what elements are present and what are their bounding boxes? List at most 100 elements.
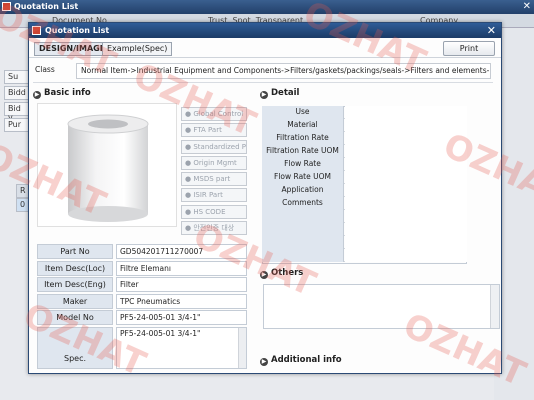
detail-row: Comments [262, 197, 467, 210]
detail-value [345, 158, 467, 171]
tab-example-spec[interactable]: Example(Spec) [102, 42, 173, 56]
info-value: GD504201711270007 [116, 244, 247, 259]
detail-row [262, 223, 467, 236]
additional-info-header: ▶ Additional info [260, 355, 342, 366]
basic-info-header: ▶ Basic info [33, 88, 91, 99]
detail-row: Flow Rate UOM [262, 171, 467, 184]
additional-info-title: Additional info [271, 355, 342, 365]
detail-table: Use Material Filtration Rate Filtration … [262, 106, 467, 262]
spec-textarea[interactable]: PF5-24-005-01 3/4-1" [116, 327, 247, 369]
detail-label: Filtration Rate [262, 132, 344, 145]
spec-label: Spec. [37, 327, 113, 369]
background-titlebar: Quotation List ✕ [0, 0, 534, 14]
detail-title: Detail [271, 88, 300, 98]
detail-value [345, 106, 467, 119]
app-icon [2, 2, 11, 11]
info-value: PF5-24-005-01 3/4-1" [116, 310, 247, 325]
detail-row [262, 210, 467, 223]
detail-value [345, 249, 467, 262]
others-title: Others [271, 268, 304, 278]
side-button-list: ● Global Control L ● FTA Part ● Standard… [181, 107, 247, 237]
bg-label-pur: Pur [4, 118, 30, 132]
msds-part-button[interactable]: ● MSDS part [181, 172, 247, 187]
detail-value [345, 210, 467, 223]
hs-code-button[interactable]: ● HS CODE [181, 204, 247, 219]
origin-mgmt-button[interactable]: ● Origin Mgmt [181, 155, 247, 170]
info-row-maker: Maker TPC Pneumatics [35, 293, 247, 310]
chevron-right-icon: ▶ [260, 358, 268, 366]
detail-label: Material [262, 119, 344, 132]
class-row: Class Normal Item->Industrial Equipment … [31, 63, 491, 79]
info-value: TPC Pneumatics [116, 293, 247, 309]
detail-value [345, 236, 467, 249]
info-row-part-no: Part No GD504201711270007 [35, 244, 247, 260]
dialog-titlebar: Quotation List ✕ [29, 23, 501, 38]
detail-header: ▶ Detail [260, 88, 299, 99]
dialog-title: Quotation List [45, 26, 110, 35]
dialog-app-icon [32, 26, 41, 35]
info-row-model-no: Model No PF5-24-005-01 3/4-1" [35, 310, 247, 326]
bg-label-su: Su [4, 70, 30, 84]
detail-label [262, 236, 344, 249]
info-value: Filter [116, 277, 247, 292]
background-close-icon[interactable]: ✕ [523, 0, 531, 14]
detail-row [262, 236, 467, 249]
detail-label: Comments [262, 197, 344, 210]
detail-row: Filtration Rate UOM [262, 145, 467, 158]
detail-label: Flow Rate [262, 158, 344, 171]
info-row-desc-loc: Item Desc(Loc) Filtre Elemanı [35, 260, 247, 277]
spec-value: PF5-24-005-01 3/4-1" [120, 329, 201, 338]
info-label: Item Desc(Loc) [37, 260, 113, 276]
info-label: Part No [37, 244, 113, 259]
detail-label [262, 223, 344, 236]
basic-info-table: Part No GD504201711270007 Item Desc(Loc)… [35, 244, 247, 327]
standardized-button[interactable]: ● Standardized P [181, 139, 247, 154]
print-button[interactable]: Print [443, 41, 495, 56]
detail-value [345, 184, 467, 197]
detail-row [262, 249, 467, 262]
global-control-button[interactable]: ● Global Control L [181, 107, 247, 121]
detail-label: Flow Rate UOM [262, 171, 344, 184]
detail-value [345, 145, 467, 158]
bg-label-bidd: Bidd [4, 86, 30, 100]
detail-label: Use [262, 106, 344, 119]
detail-value [345, 223, 467, 236]
chevron-right-icon: ▶ [33, 91, 41, 99]
divider [33, 82, 493, 83]
info-label: Item Desc(Eng) [37, 277, 113, 292]
class-label: Class [35, 65, 55, 74]
detail-value [345, 197, 467, 210]
info-row-desc-eng: Item Desc(Eng) Filter [35, 277, 247, 293]
tab-design-image[interactable]: DESIGN/IMAGE [34, 42, 111, 56]
detail-row: Filtration Rate [262, 132, 467, 145]
others-header: ▶ Others [260, 268, 303, 279]
filter-cartridge-image [67, 114, 149, 222]
class-value: Normal Item->Industrial Equipment and Co… [76, 63, 491, 79]
spec-scrollbar[interactable] [238, 328, 246, 368]
others-scrollbar[interactable] [490, 285, 499, 328]
detail-row: Application [262, 184, 467, 197]
bg-label-bidv: Bid v [4, 102, 30, 122]
detail-row: Flow Rate [262, 158, 467, 171]
background-title: Quotation List [14, 2, 79, 11]
safety-cert-button[interactable]: ● 안전인증 대상 [181, 221, 247, 236]
isir-part-button[interactable]: ● ISIR Part [181, 188, 247, 203]
info-value: Filtre Elemanı [116, 260, 247, 276]
detail-row: Use [262, 106, 467, 119]
detail-label [262, 210, 344, 223]
detail-label: Application [262, 184, 344, 197]
detail-label [262, 249, 344, 262]
dialog-close-icon[interactable]: ✕ [487, 23, 496, 38]
others-textarea[interactable] [263, 284, 500, 329]
detail-value [345, 132, 467, 145]
fta-part-button[interactable]: ● FTA Part [181, 123, 247, 138]
basic-info-title: Basic info [44, 88, 91, 98]
detail-label: Filtration Rate UOM [262, 145, 344, 158]
detail-value [345, 119, 467, 132]
chevron-right-icon: ▶ [260, 91, 268, 99]
dialog-toolbar: DESIGN/IMAGE Example(Spec) Print [29, 38, 501, 58]
quotation-dialog: Quotation List ✕ DESIGN/IMAGE Example(Sp… [28, 22, 502, 374]
detail-row: Material [262, 119, 467, 132]
info-label: Model No [37, 310, 113, 325]
product-image [37, 103, 177, 227]
